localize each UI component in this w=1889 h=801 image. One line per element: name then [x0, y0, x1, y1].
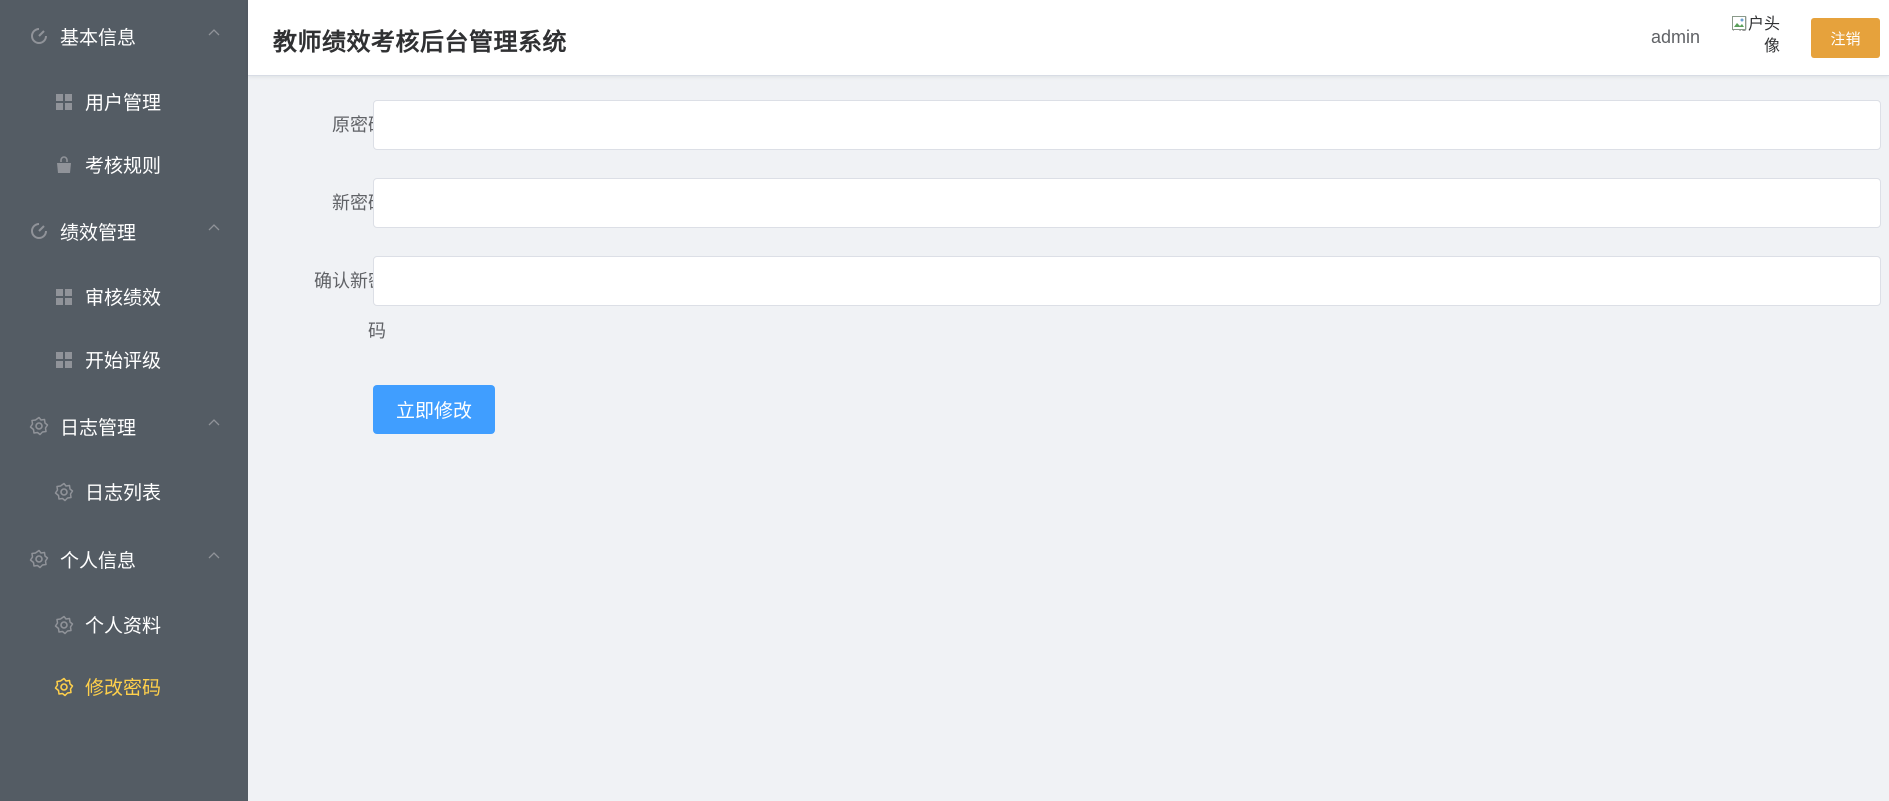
- gear-icon: [28, 548, 50, 570]
- confirm-password-input[interactable]: [373, 256, 1881, 306]
- gauge-icon: [28, 25, 50, 47]
- sidebar-item-change-password[interactable]: 修改密码: [0, 655, 248, 718]
- sidebar-item-label: 个人资料: [85, 616, 162, 637]
- sidebar-item-label: 考核规则: [85, 156, 162, 177]
- app-title: 教师绩效考核后台管理系统: [273, 29, 567, 56]
- gauge-icon: [28, 220, 50, 242]
- submenu-label: 绩效管理: [60, 222, 137, 244]
- logout-button[interactable]: 注销: [1811, 18, 1880, 58]
- sidebar-item-label: 修改密码: [85, 678, 162, 699]
- sidebar-item-label: 用户管理: [85, 93, 162, 114]
- broken-image-icon: [1732, 16, 1746, 30]
- sidebar-item-label: 日志列表: [85, 483, 162, 504]
- sidebar-item-label: 审核绩效: [85, 288, 162, 309]
- bag-icon: [53, 154, 75, 176]
- gear-icon: [53, 481, 75, 503]
- avatar[interactable]: 用户头像: [1730, 14, 1780, 60]
- sidebar-item-user-management[interactable]: 用户管理: [0, 70, 248, 133]
- sidebar-item-personal-profile[interactable]: 个人资料: [0, 593, 248, 656]
- gear-icon: [53, 676, 75, 698]
- top-header: 教师绩效考核后台管理系统 admin 用户头像 注销: [248, 0, 1889, 76]
- confirm-password-label: 确认新密码: [314, 271, 386, 341]
- sidebar-item-review-performance[interactable]: 审核绩效: [0, 265, 248, 328]
- chevron-up-icon: [208, 552, 220, 559]
- sidebar-item-assessment-rules[interactable]: 考核规则: [0, 133, 248, 196]
- submenu-label: 基本信息: [60, 27, 137, 49]
- chevron-up-icon: [208, 419, 220, 426]
- sidebar: 基本信息 用户管理 考核规则 绩效管理 审核绩效 开始评级 日志管理 日志列表 …: [0, 0, 248, 801]
- sidebar-item-log-list[interactable]: 日志列表: [0, 460, 248, 523]
- submenu-basic-info[interactable]: 基本信息: [0, 3, 248, 69]
- submenu-personal-info[interactable]: 个人信息: [0, 526, 248, 592]
- submenu-log-management[interactable]: 日志管理: [0, 393, 248, 459]
- grid-icon: [53, 286, 75, 308]
- old-password-label: 原密码: [332, 115, 386, 135]
- submit-button[interactable]: 立即修改: [373, 385, 495, 434]
- chevron-up-icon: [208, 29, 220, 36]
- old-password-input[interactable]: [373, 100, 1881, 150]
- gear-icon: [53, 614, 75, 636]
- sidebar-item-label: 开始评级: [85, 351, 162, 372]
- submenu-label: 日志管理: [60, 417, 137, 439]
- sidebar-item-start-rating[interactable]: 开始评级: [0, 328, 248, 391]
- submenu-performance-management[interactable]: 绩效管理: [0, 198, 248, 264]
- submenu-label: 个人信息: [60, 550, 137, 572]
- gear-icon: [28, 415, 50, 437]
- new-password-label: 新密码: [332, 193, 386, 213]
- new-password-input[interactable]: [373, 178, 1881, 228]
- grid-icon: [53, 91, 75, 113]
- grid-icon: [53, 349, 75, 371]
- username-label: admin: [1651, 27, 1701, 47]
- chevron-up-icon: [208, 224, 220, 231]
